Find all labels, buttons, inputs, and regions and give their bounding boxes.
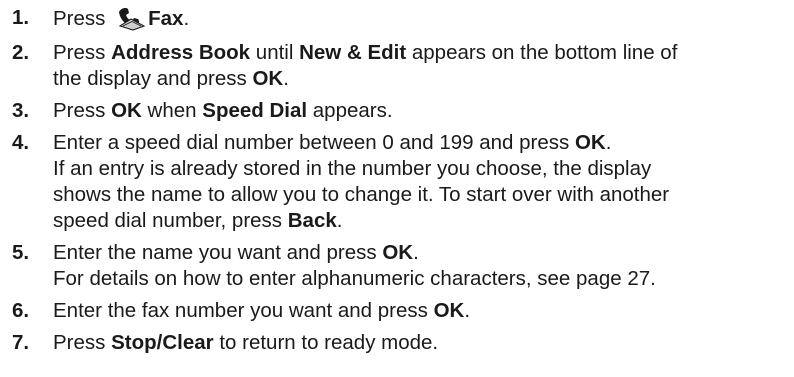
step-number: 2. (12, 41, 30, 64)
step-line: shows the name to allow you to change it… (53, 183, 670, 206)
step-line: Enter the name you want and press OK. (53, 241, 419, 264)
step-5: 5. Enter the name you want and press OK.… (0, 240, 794, 292)
step-line: the display and press OK. (53, 67, 289, 90)
step-2: 2. Press Address Book until New & Edit a… (0, 40, 794, 92)
step-line: Enter a speed dial number between 0 and … (53, 131, 612, 154)
step-line: If an entry is already stored in the num… (53, 157, 652, 180)
instruction-steps: 1. Press Fax. 2. Press Address Book unti… (0, 5, 794, 356)
step-line: Press Stop/Clear to return to ready mode… (53, 331, 439, 354)
step-line: speed dial number, press Back. (53, 209, 343, 232)
step-line: Enter the fax number you want and press … (53, 299, 471, 322)
step-number: 1. (12, 6, 30, 29)
step-3: 3. Press OK when Speed Dial appears. (0, 98, 794, 124)
step-number: 7. (12, 331, 30, 354)
step-1: 1. Press Fax. (0, 5, 794, 32)
step-line: Press Address Book until New & Edit appe… (53, 41, 678, 64)
step-number: 4. (12, 131, 30, 154)
step-7: 7. Press Stop/Clear to return to ready m… (0, 330, 794, 356)
fax-icon (116, 5, 146, 31)
step-number: 5. (12, 241, 30, 264)
step-line: Press Fax. (53, 5, 190, 31)
step-line: Press OK when Speed Dial appears. (53, 99, 393, 122)
step-4: 4. Enter a speed dial number between 0 a… (0, 130, 794, 234)
step-number: 3. (12, 99, 30, 122)
step-6: 6. Enter the fax number you want and pre… (0, 298, 794, 324)
step-number: 6. (12, 299, 30, 322)
step-line: For details on how to enter alphanumeric… (53, 267, 656, 290)
